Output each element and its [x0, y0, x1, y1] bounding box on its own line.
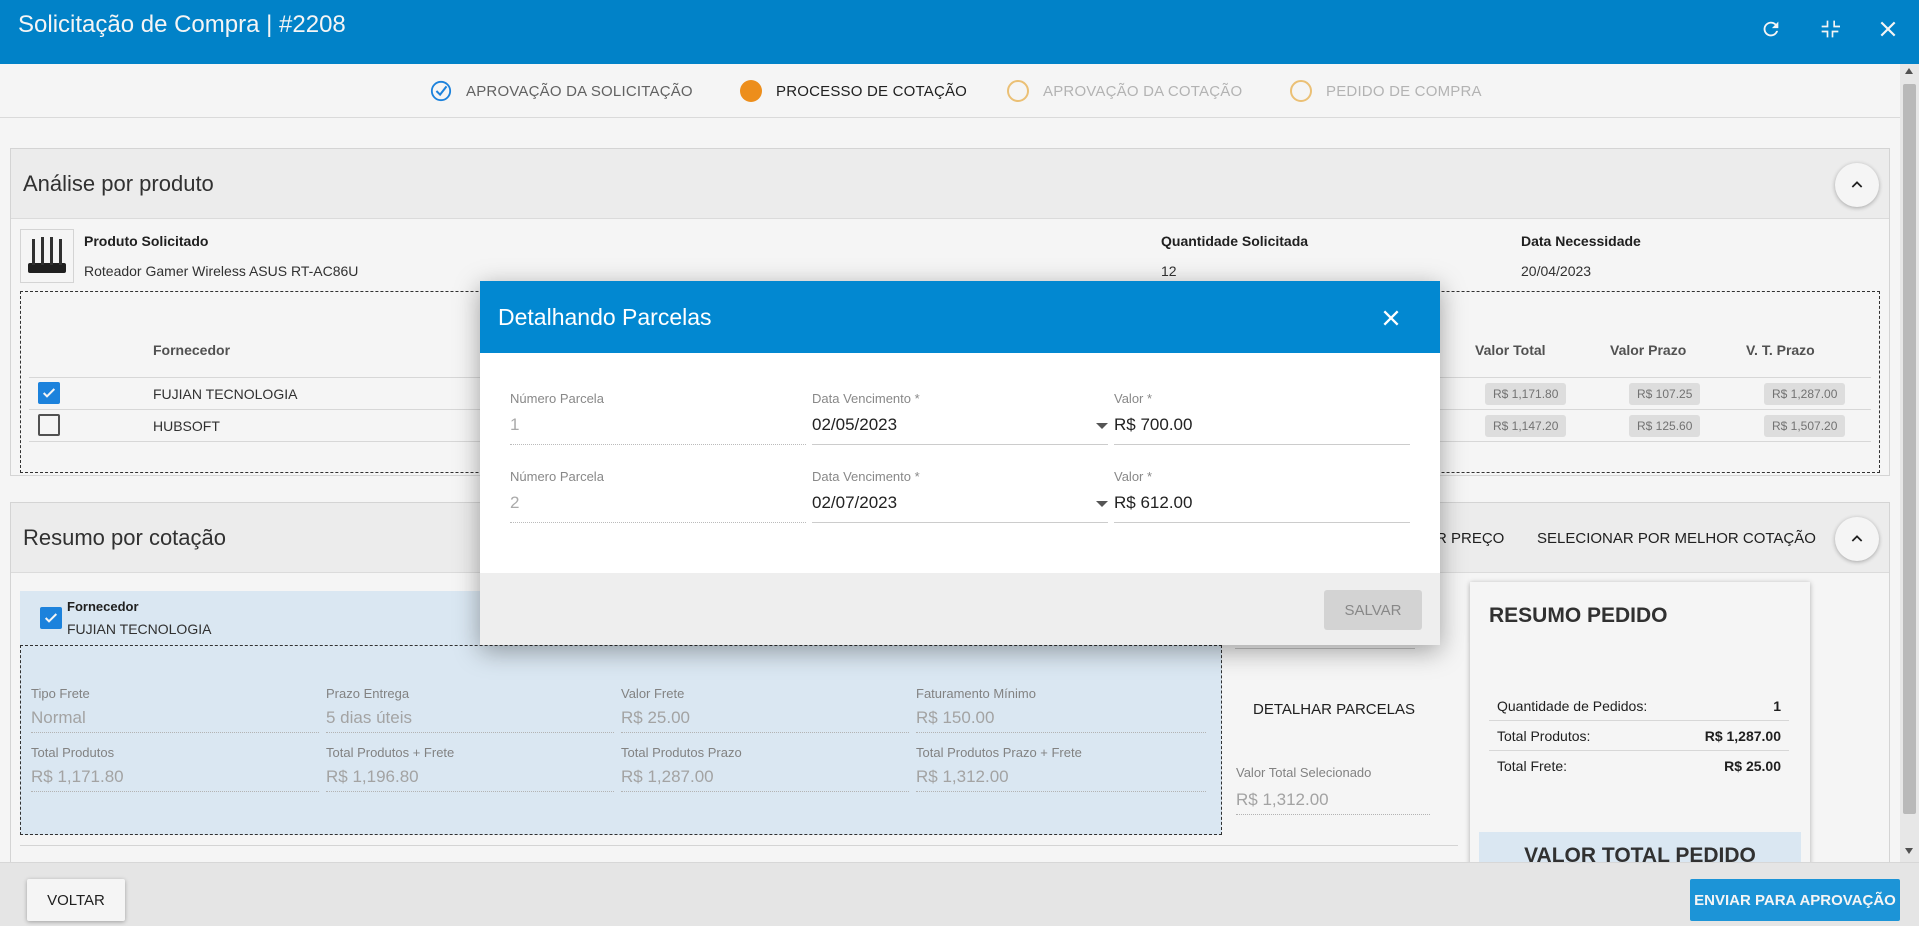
installment-number-label: Número Parcela: [510, 391, 604, 406]
due-date-select[interactable]: 02/07/2023: [812, 493, 1108, 523]
installment-number-label: Número Parcela: [510, 469, 604, 484]
value-input[interactable]: R$ 700.00: [1114, 415, 1410, 445]
save-button[interactable]: SALVAR: [1324, 590, 1422, 630]
dialog-footer: SALVAR: [480, 573, 1440, 645]
value-label: Valor *: [1114, 391, 1153, 406]
installment-number-field: 2: [510, 493, 806, 523]
dropdown-caret-icon: [1096, 423, 1108, 429]
due-date-value: 02/05/2023: [812, 415, 898, 434]
value-input[interactable]: R$ 612.00: [1114, 493, 1410, 523]
due-date-select[interactable]: 02/05/2023: [812, 415, 1108, 445]
due-date-label: Data Vencimento *: [812, 391, 920, 406]
due-date-label: Data Vencimento *: [812, 469, 920, 484]
due-date-value: 02/07/2023: [812, 493, 898, 512]
installment-number-field: 1: [510, 415, 806, 445]
dialog-header: Detalhando Parcelas: [480, 281, 1440, 353]
dialog-close-icon[interactable]: [1378, 305, 1404, 331]
value-label: Valor *: [1114, 469, 1153, 484]
dropdown-caret-icon: [1096, 501, 1108, 507]
installments-dialog: Detalhando Parcelas Número Parcela 1 Dat…: [480, 281, 1440, 645]
dialog-title: Detalhando Parcelas: [498, 304, 712, 330]
